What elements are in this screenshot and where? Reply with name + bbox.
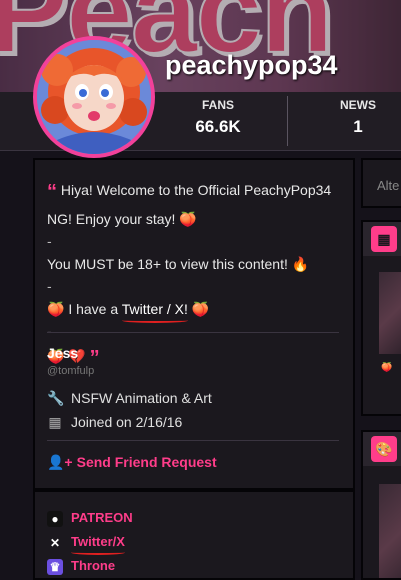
user-joined: ▦ Joined on 2/16/16: [47, 414, 182, 431]
bio-twitter-link[interactable]: Twitter / X!: [122, 301, 188, 317]
avatar[interactable]: [33, 36, 155, 158]
bio-line-welcome: Hiya! Welcome to the Official PeachyPop3…: [47, 182, 332, 227]
user-handle[interactable]: @tomfulp: [47, 365, 94, 377]
stat-fans[interactable]: FANS 66.6K: [180, 98, 256, 137]
link-patreon[interactable]: ● PATREON: [47, 510, 133, 527]
right-column: Alte ▦ 🍑 🎨: [361, 158, 401, 580]
bio-dash: -: [47, 233, 52, 250]
sidebar-search[interactable]: Alte: [361, 158, 401, 208]
stat-news-label: NEWS: [340, 98, 376, 112]
stat-news-value: 1: [353, 117, 363, 136]
add-user-icon: 👤+: [47, 454, 73, 470]
link-throne[interactable]: ♛ Throne: [47, 558, 115, 575]
wrench-icon: 🔧: [47, 390, 65, 406]
palette-icon[interactable]: 🎨: [371, 436, 397, 462]
bio-text: “ Hiya! Welcome to the Official PeachyPo…: [35, 160, 353, 374]
divider: [47, 332, 339, 333]
open-quote-icon: “: [47, 181, 57, 203]
film-icon[interactable]: ▦: [371, 226, 397, 252]
profile-username: peachypop34: [165, 50, 338, 80]
user-real-name: Jess: [47, 345, 79, 361]
link-twitter[interactable]: ✕ Twitter/X: [47, 534, 125, 551]
link-twitter-label: Twitter/X: [71, 534, 125, 549]
rating-badge: 🍑: [381, 362, 393, 372]
bio-line-twitter-suffix: 🍑: [191, 300, 210, 317]
stat-news[interactable]: NEWS 1: [330, 98, 386, 137]
art-thumbnail[interactable]: [379, 484, 401, 578]
divider: [47, 440, 339, 441]
user-role-text: NSFW Animation & Art: [71, 390, 212, 406]
avatar-image: [37, 40, 151, 154]
bio-dash: -: [47, 278, 52, 295]
send-friend-request-label: Send Friend Request: [76, 454, 217, 470]
bio-line-age: You MUST be 18+ to view this content! 🔥: [47, 255, 310, 272]
x-icon: ✕: [49, 535, 61, 550]
stat-fans-label: FANS: [201, 98, 234, 112]
sidebar-art-box: 🎨: [361, 430, 401, 580]
throne-icon: ♛: [47, 558, 63, 575]
user-role: 🔧 NSFW Animation & Art: [47, 390, 212, 407]
calendar-icon: ▦: [48, 414, 62, 430]
stat-fans-value: 66.6K: [195, 117, 241, 136]
stat-divider: [287, 96, 288, 146]
user-joined-text: Joined on 2/16/16: [71, 414, 183, 430]
bio-line-twitter-prefix: 🍑 I have a: [47, 300, 119, 317]
patreon-icon: ●: [47, 510, 63, 527]
profile-about-card: “ Hiya! Welcome to the Official PeachyPo…: [33, 158, 355, 490]
send-friend-request-button[interactable]: 👤+ Send Friend Request: [47, 454, 217, 471]
movie-thumbnail[interactable]: [379, 272, 401, 354]
sidebar-movies-box: ▦ 🍑: [361, 220, 401, 416]
link-throne-label: Throne: [71, 558, 116, 573]
link-patreon-label: PATREON: [71, 510, 133, 525]
profile-links-card: ● PATREON ✕ Twitter/X ♛ Throne: [33, 490, 355, 580]
bio-dash: -: [47, 322, 52, 339]
